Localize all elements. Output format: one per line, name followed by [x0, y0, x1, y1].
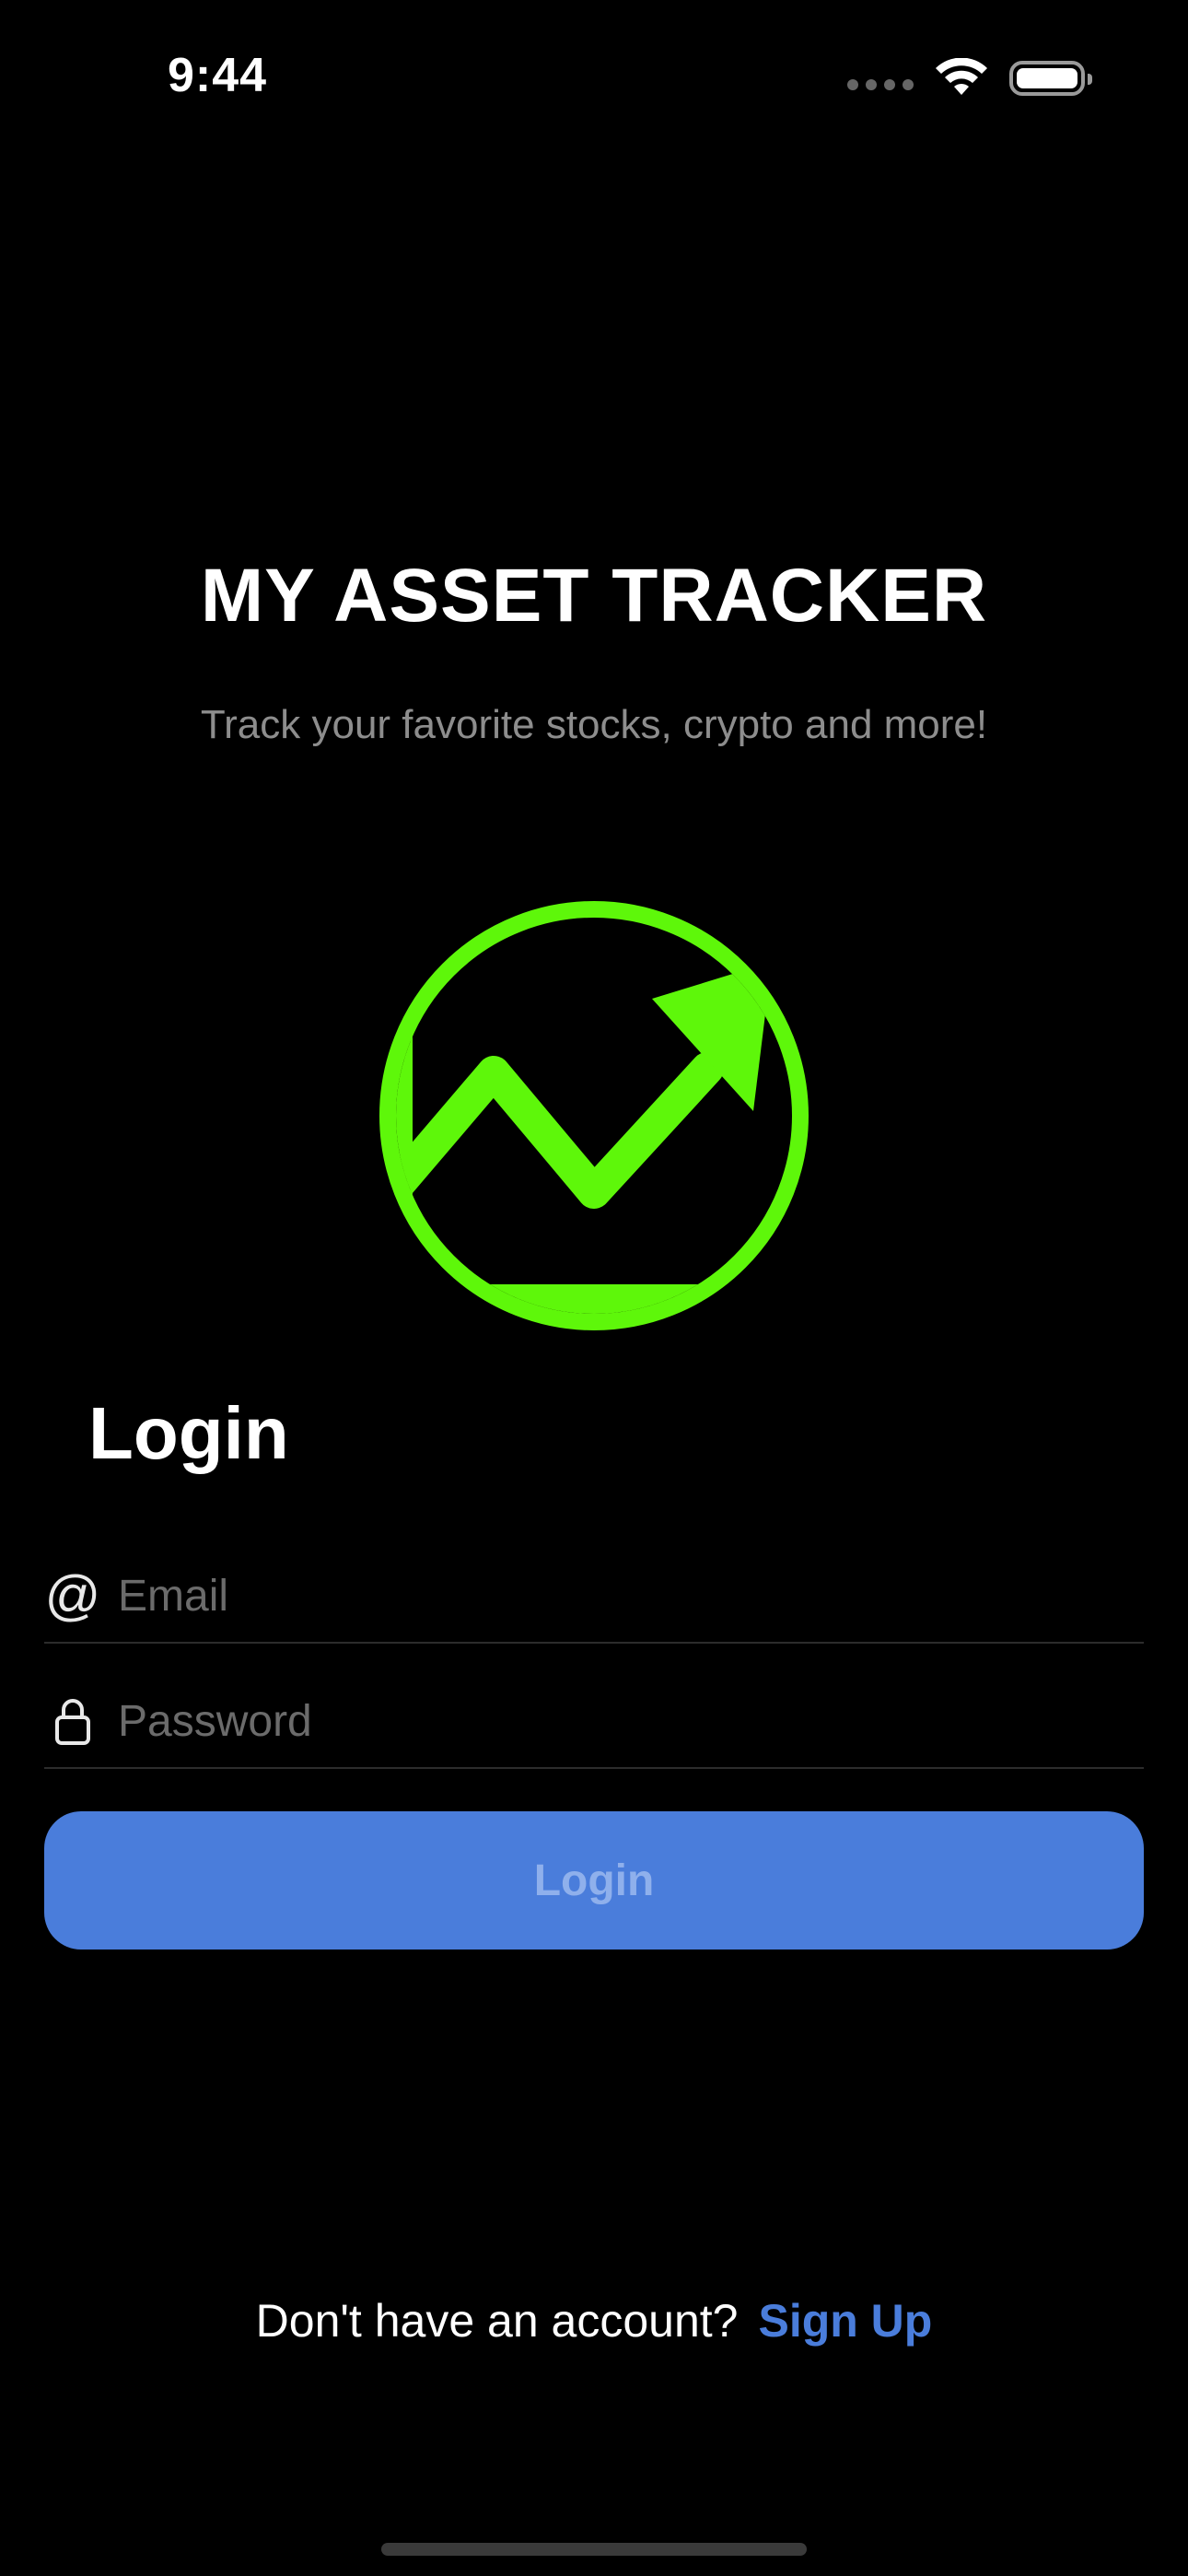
signup-row: Don't have an account? Sign Up	[0, 2294, 1188, 2348]
login-button[interactable]: Login	[44, 1811, 1144, 1950]
password-input[interactable]	[118, 1695, 1144, 1747]
status-indicators	[847, 55, 1092, 101]
login-heading: Login	[88, 1392, 289, 1474]
at-icon: @	[44, 1564, 101, 1626]
signup-link[interactable]: Sign Up	[758, 2295, 932, 2347]
email-input[interactable]	[118, 1570, 1144, 1622]
battery-icon	[1009, 61, 1092, 96]
cellular-signal-icon	[847, 79, 914, 90]
email-field[interactable]: @	[44, 1550, 1144, 1644]
password-field[interactable]	[44, 1675, 1144, 1769]
trending-up-chart-icon	[379, 901, 809, 1330]
lock-icon	[44, 1692, 101, 1750]
status-time: 9:44	[168, 49, 268, 102]
home-indicator[interactable]	[381, 2543, 807, 2556]
app-title: MY ASSET TRACKER	[200, 554, 988, 638]
signup-prompt: Don't have an account?	[255, 2295, 739, 2347]
app-subtitle: Track your favorite stocks, crypto and m…	[200, 702, 988, 747]
wifi-icon	[936, 58, 987, 95]
